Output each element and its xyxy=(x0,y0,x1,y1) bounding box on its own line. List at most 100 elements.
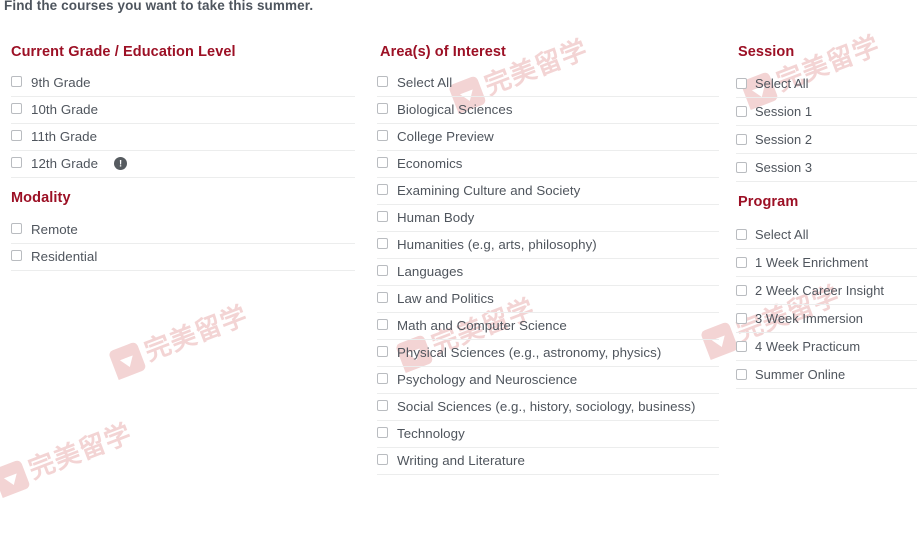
checkbox-icon[interactable] xyxy=(11,157,22,169)
checkbox-icon[interactable] xyxy=(736,284,747,296)
filter-option-math-and-computer-science[interactable]: Math and Computer Science xyxy=(377,313,719,341)
filter-option-economics[interactable]: Economics xyxy=(377,151,719,179)
checkbox-icon[interactable] xyxy=(736,228,747,240)
filter-option-label: Residential xyxy=(31,248,98,264)
filter-column-middle: Area(s) of Interest Select All Biological … xyxy=(372,44,736,485)
filter-option-label: Remote xyxy=(31,221,78,237)
filter-option-2-week-career-insight[interactable]: 2 Week Career Insight xyxy=(736,277,917,305)
filter-option-label: Languages xyxy=(397,264,464,280)
filter-option-label: Writing and Literature xyxy=(397,453,525,469)
checkbox-icon[interactable] xyxy=(377,292,388,304)
filter-option-label: 10th Grade xyxy=(31,102,99,118)
filter-option-session-3[interactable]: Session 3 xyxy=(736,154,917,183)
filter-option-label: Economics xyxy=(397,156,463,172)
filter-option-humanities-e-g-arts-philosophy[interactable]: Humanities (e.g, arts, philosophy) xyxy=(377,232,719,260)
filter-option-label: Physical Sciences (e.g., astronomy, phys… xyxy=(397,345,662,361)
filter-option-social-sciences-e-g-history-sociology-business[interactable]: Social Sciences (e.g., history, sociolog… xyxy=(377,394,719,422)
filter-option-languages[interactable]: Languages xyxy=(377,259,719,287)
filter-group-title: Current Grade / Education Level xyxy=(11,44,236,60)
info-icon[interactable] xyxy=(114,157,128,171)
filter-group-program: Program Select All 1 Week Enrichment 2 Week… xyxy=(736,194,919,389)
filter-group-title: Session xyxy=(738,44,795,60)
filter-option-label: 4 Week Practicum xyxy=(755,338,861,354)
filter-option-12th-grade[interactable]: 12th Grade xyxy=(11,151,355,179)
filter-option-label: 12th Grade xyxy=(31,156,99,172)
checkbox-icon[interactable] xyxy=(736,340,747,352)
filter-columns: Current Grade / Education Level 9th Grade… xyxy=(0,44,919,485)
checkbox-icon[interactable] xyxy=(377,76,388,88)
filter-option-label: Technology xyxy=(397,426,465,442)
filter-option-session-2[interactable]: Session 2 xyxy=(736,126,917,155)
checkbox-icon[interactable] xyxy=(736,368,747,380)
filter-option-label: Examining Culture and Society xyxy=(397,183,581,199)
checkbox-icon[interactable] xyxy=(11,130,22,142)
checkbox-icon[interactable] xyxy=(377,400,388,412)
filter-option-list: Select All Session 1 Session 2 Session 3 xyxy=(736,70,919,183)
filter-option-11th-grade[interactable]: 11th Grade xyxy=(11,124,355,152)
filter-option-select-all[interactable]: Select All xyxy=(736,70,917,99)
checkbox-icon[interactable] xyxy=(736,312,747,324)
checkbox-icon[interactable] xyxy=(377,157,388,169)
checkbox-icon[interactable] xyxy=(736,134,747,146)
checkbox-icon[interactable] xyxy=(377,211,388,223)
checkbox-icon[interactable] xyxy=(377,265,388,277)
filter-group-title: Area(s) of Interest xyxy=(380,44,506,60)
filter-option-technology[interactable]: Technology xyxy=(377,421,719,449)
filter-option-9th-grade[interactable]: 9th Grade xyxy=(11,70,355,98)
checkbox-icon[interactable] xyxy=(377,427,388,439)
filter-option-summer-online[interactable]: Summer Online xyxy=(736,361,917,389)
checkbox-icon[interactable] xyxy=(736,256,747,268)
checkbox-icon[interactable] xyxy=(377,238,388,250)
checkbox-icon[interactable] xyxy=(11,103,22,115)
filter-option-label: 1 Week Enrichment xyxy=(755,254,869,270)
filter-option-college-preview[interactable]: College Preview xyxy=(377,124,719,152)
filter-option-psychology-and-neuroscience[interactable]: Psychology and Neuroscience xyxy=(377,367,719,395)
filter-option-list: 9th Grade 10th Grade 11th Grade 12th Grade xyxy=(11,70,372,179)
checkbox-icon[interactable] xyxy=(11,249,22,261)
filter-option-label: Select All xyxy=(397,75,453,91)
filter-group-current-grade-education-level: Current Grade / Education Level 9th Grade… xyxy=(11,44,372,179)
checkbox-icon[interactable] xyxy=(736,78,747,90)
filter-option-biological-sciences[interactable]: Biological Sciences xyxy=(377,97,719,125)
filter-option-label: Law and Politics xyxy=(397,291,494,307)
filter-option-label: Session 3 xyxy=(755,160,813,176)
filter-option-10th-grade[interactable]: 10th Grade xyxy=(11,97,355,125)
checkbox-icon[interactable] xyxy=(377,346,388,358)
filter-option-label: College Preview xyxy=(397,129,494,145)
filter-option-session-1[interactable]: Session 1 xyxy=(736,98,917,127)
checkbox-icon[interactable] xyxy=(377,103,388,115)
filter-group-title: Modality xyxy=(11,190,71,207)
filter-option-label: Select All xyxy=(755,76,809,92)
checkbox-icon[interactable] xyxy=(377,130,388,142)
filter-option-list: Select All 1 Week Enrichment 2 Week Career… xyxy=(736,221,919,389)
checkbox-icon[interactable] xyxy=(377,319,388,331)
filter-option-1-week-enrichment[interactable]: 1 Week Enrichment xyxy=(736,249,917,277)
checkbox-icon[interactable] xyxy=(11,76,22,88)
checkbox-icon[interactable] xyxy=(377,373,388,385)
filter-option-writing-and-literature[interactable]: Writing and Literature xyxy=(377,448,719,476)
filter-option-label: 3 Week Immersion xyxy=(755,310,864,326)
filter-option-law-and-politics[interactable]: Law and Politics xyxy=(377,286,719,314)
filter-option-label: Session 1 xyxy=(755,104,813,120)
checkbox-icon[interactable] xyxy=(377,454,388,466)
filter-option-select-all[interactable]: Select All xyxy=(736,221,917,249)
filter-option-4-week-practicum[interactable]: 4 Week Practicum xyxy=(736,333,917,361)
checkbox-icon[interactable] xyxy=(736,106,747,118)
checkbox-icon[interactable] xyxy=(736,162,747,174)
filter-option-human-body[interactable]: Human Body xyxy=(377,205,719,233)
filter-option-examining-culture-and-society[interactable]: Examining Culture and Society xyxy=(377,178,719,206)
filter-group-title: Program xyxy=(738,194,799,211)
filter-option-list: Remote Residential xyxy=(11,217,372,271)
checkbox-icon[interactable] xyxy=(377,184,388,196)
filter-option-residential[interactable]: Residential xyxy=(11,244,355,271)
filter-option-label: Select All xyxy=(755,226,809,242)
filter-option-label: Humanities (e.g, arts, philosophy) xyxy=(397,237,597,253)
filter-group-session: Session Select All Session 1 Session 2 Sessi… xyxy=(736,44,919,183)
filter-option-label: Human Body xyxy=(397,210,475,226)
intro-text: Find the courses you want to take this s… xyxy=(4,0,314,13)
checkbox-icon[interactable] xyxy=(11,222,22,234)
filter-option-3-week-immersion[interactable]: 3 Week Immersion xyxy=(736,305,917,333)
filter-option-physical-sciences-e-g-astronomy-physics[interactable]: Physical Sciences (e.g., astronomy, phys… xyxy=(377,340,719,368)
filter-option-select-all[interactable]: Select All xyxy=(377,70,719,98)
filter-option-remote[interactable]: Remote xyxy=(11,217,355,244)
